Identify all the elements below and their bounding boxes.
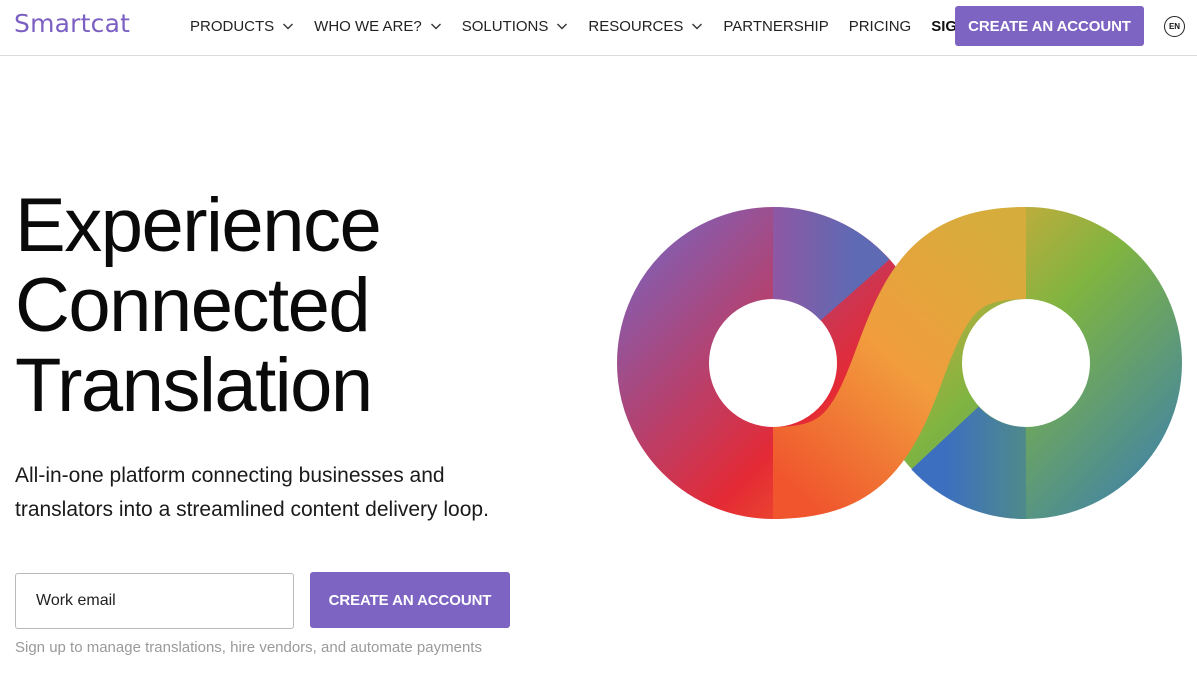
language-icon[interactable]: EN [1164,16,1185,37]
nav-item-label: SOLUTIONS [461,17,549,35]
create-account-button[interactable]: CREATE AN ACCOUNT [955,6,1144,46]
chevron-down-icon [430,23,441,30]
headline-line: Translation [15,343,373,428]
nav-item-label: PRICING [848,17,912,35]
nav-item-partnership[interactable]: PARTNERSHIP [723,18,828,35]
nav-item-label: PARTNERSHIP [723,17,829,35]
nav-item-label: RESOURCES [588,17,684,35]
hero-subtitle: All-in-one platform connecting businesse… [15,459,535,527]
subtitle-line: All-in-one platform connecting businesse… [15,464,445,487]
nav-item-who-we-are[interactable]: WHO WE ARE? [314,18,442,35]
hero-headline: Experience Connected Translation [15,183,382,428]
chevron-down-icon [692,23,703,30]
chevron-down-icon [557,23,568,30]
infinity-loop-graphic [617,207,1182,519]
subtitle-line: translators into a streamlined content d… [15,498,489,521]
headline-line: Connected [15,263,371,348]
nav-item-label: WHO WE ARE? [314,17,422,35]
nav-item-resources[interactable]: RESOURCES [588,18,703,35]
work-email-input[interactable] [15,573,294,629]
nav-item-label: PRODUCTS [190,17,275,35]
chevron-down-icon [283,23,294,30]
main-nav: PRODUCTS WHO WE ARE? SOLUTIONS RESOURCES… [190,0,987,52]
nav-item-solutions[interactable]: SOLUTIONS [462,18,569,35]
smartcat-logo[interactable]: Smartcat [14,9,130,38]
hero-create-account-button[interactable]: CREATE AN ACCOUNT [310,572,510,628]
site-header: Smartcat PRODUCTS WHO WE ARE? SOLUTIONS … [0,0,1197,56]
nav-item-pricing[interactable]: PRICING [849,18,912,35]
headline-line: Experience [15,183,382,268]
signup-note: Sign up to manage translations, hire ven… [15,639,482,656]
nav-item-products[interactable]: PRODUCTS [190,18,294,35]
